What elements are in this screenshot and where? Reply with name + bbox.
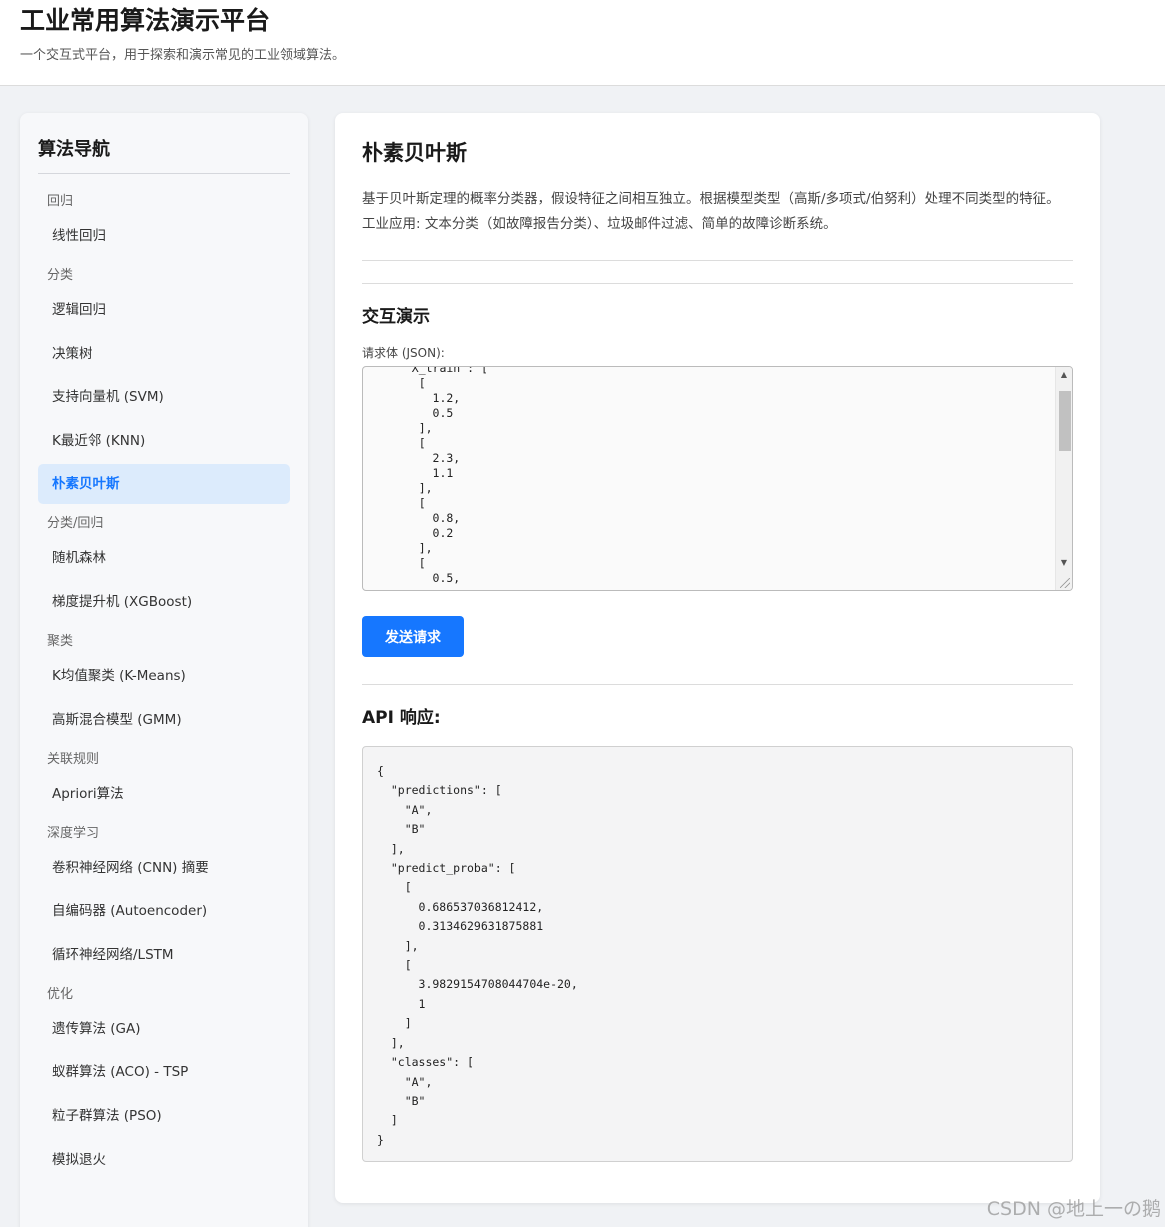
main-panel: 朴素贝叶斯 基于贝叶斯定理的概率分类器，假设特征之间相互独立。根据模型类型（高斯…: [335, 113, 1100, 1203]
page-subtitle: 一个交互式平台，用于探索和演示常见的工业领域算法。: [20, 48, 346, 63]
page-title: 工业常用算法演示平台: [20, 6, 271, 35]
sidebar-item[interactable]: 决策树: [38, 334, 290, 374]
sidebar-item[interactable]: 朴素贝叶斯: [38, 464, 290, 505]
sidebar-item[interactable]: 卷积神经网络 (CNN) 摘要: [38, 848, 290, 888]
divider: [362, 260, 1073, 261]
sidebar-item[interactable]: 蚁群算法 (ACO) - TSP: [38, 1052, 290, 1092]
sidebar-item[interactable]: 模拟退火: [38, 1140, 290, 1180]
sidebar-category: 回归: [47, 194, 74, 209]
request-body-label: 请求体 (JSON):: [362, 346, 445, 360]
sidebar-category: 分类: [47, 268, 74, 283]
response-title: API 响应:: [362, 708, 441, 728]
sidebar-item[interactable]: 支持向量机 (SVM): [38, 377, 290, 417]
sidebar-item[interactable]: 循环神经网络/LSTM: [38, 935, 290, 975]
page-header: 工业常用算法演示平台 一个交互式平台，用于探索和演示常见的工业领域算法。: [0, 0, 1165, 86]
sidebar-item[interactable]: Apriori算法: [38, 774, 290, 814]
sidebar-category: 分类/回归: [47, 516, 104, 532]
sidebar-item[interactable]: 随机森林: [38, 538, 290, 578]
sidebar-category: 深度学习: [47, 825, 100, 841]
algorithm-description: 基于贝叶斯定理的概率分类器，假设特征之间相互独立。根据模型类型（高斯/多项式/伯…: [362, 191, 1060, 232]
resize-grip-icon[interactable]: [1060, 578, 1070, 588]
sidebar-item[interactable]: K最近邻 (KNN): [38, 421, 290, 461]
request-body-content[interactable]: "X_train": [ [ 1.2, 0.5 ], [ 2.3, 1.1 ],…: [363, 367, 488, 586]
scroll-down-arrow-icon[interactable]: ▼: [1056, 555, 1072, 571]
demo-section-title: 交互演示: [362, 307, 430, 327]
sidebar-item[interactable]: 遗传算法 (GA): [38, 1009, 290, 1049]
sidebar-title: 算法导航: [38, 135, 290, 174]
response-content: { "predictions": [ "A", "B" ], "predict_…: [377, 764, 578, 1147]
response-box: { "predictions": [ "A", "B" ], "predict_…: [362, 746, 1073, 1162]
sidebar-category: 聚类: [47, 633, 74, 649]
divider: [362, 684, 1073, 685]
algorithm-title: 朴素贝叶斯: [362, 141, 467, 165]
sidebar-nav: 回归线性回归分类逻辑回归 决策树 支持向量机 (SVM) K最近邻 (KNN) 朴素贝叶…: [38, 188, 290, 1180]
sidebar-item[interactable]: 线性回归: [38, 216, 290, 256]
watermark: CSDN @地上一の鹅: [986, 1198, 1161, 1220]
request-body-textarea[interactable]: "X_train": [ [ 1.2, 0.5 ], [ 2.3, 1.1 ],…: [362, 366, 1073, 591]
algorithm-sidebar: 算法导航 回归线性回归分类逻辑回归 决策树 支持向量机 (SVM) K最近邻 (KNN…: [20, 113, 308, 1227]
sidebar-item[interactable]: 自编码器 (Autoencoder): [38, 891, 290, 931]
sidebar-item[interactable]: 粒子群算法 (PSO): [38, 1096, 290, 1136]
sidebar-item[interactable]: 梯度提升机 (XGBoost): [38, 582, 290, 622]
scroll-up-arrow-icon[interactable]: ▲: [1056, 367, 1072, 383]
sidebar-category: 关联规则: [47, 751, 100, 767]
scrollbar-thumb[interactable]: [1059, 391, 1071, 451]
sidebar-item[interactable]: 逻辑回归: [38, 290, 290, 330]
sidebar-item[interactable]: 高斯混合模型 (GMM): [38, 700, 290, 740]
send-request-button[interactable]: 发送请求: [362, 616, 464, 657]
sidebar-category: 优化: [47, 986, 74, 1002]
divider: [362, 283, 1073, 284]
sidebar-item[interactable]: K均值聚类 (K-Means): [38, 656, 290, 696]
textarea-scrollbar[interactable]: ▲ ▼: [1055, 367, 1072, 590]
